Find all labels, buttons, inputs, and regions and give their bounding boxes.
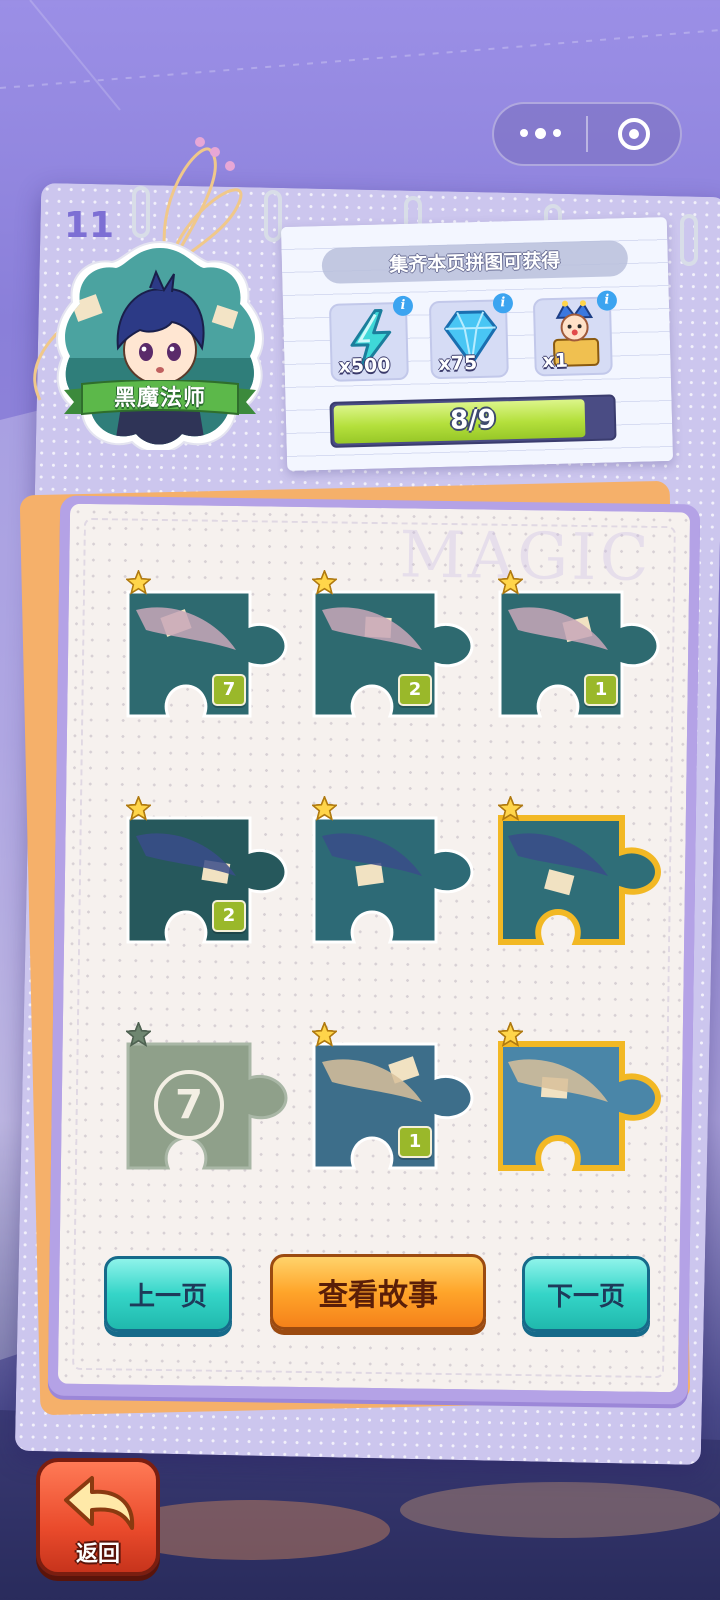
puzzle-piece[interactable]: 1 [312, 1022, 492, 1212]
star-icon [312, 1022, 337, 1047]
info-icon[interactable]: i [596, 290, 618, 311]
puzzle-piece[interactable] [498, 796, 678, 986]
star-icon [498, 1022, 523, 1047]
puzzle-piece[interactable]: 7 [126, 1022, 306, 1212]
puzzle-piece[interactable]: 1 [498, 570, 678, 760]
piece-artwork [312, 816, 474, 944]
puzzle-piece[interactable] [312, 796, 492, 986]
more-dots-icon [519, 128, 561, 139]
collection-progress-bar: 8/9 [329, 394, 617, 448]
piece-artwork [498, 590, 660, 718]
puzzle-piece[interactable]: 2 [126, 796, 306, 986]
piece-artwork [498, 815, 662, 945]
mini-program-capsule [492, 102, 682, 166]
info-icon[interactable]: i [392, 295, 414, 317]
star-icon [126, 796, 151, 821]
puzzle-piece[interactable]: 2 [312, 570, 492, 760]
puzzle-piece[interactable]: 7 [126, 570, 306, 760]
reward-quantity: x500 [338, 354, 391, 378]
piece-count-badge: 2 [398, 674, 432, 706]
star-icon [312, 796, 337, 821]
target-circle-icon [617, 118, 650, 150]
reward-item-character[interactable]: i x1 [532, 290, 618, 377]
more-button[interactable] [494, 104, 586, 164]
next-page-button[interactable]: 下一页 [522, 1256, 650, 1332]
reward-panel: 集齐本页拼图可获得 i x500 i x75 i x1 8/9 [280, 216, 674, 472]
back-label: 返回 [75, 1542, 120, 1567]
reward-item-diamond[interactable]: i x75 [428, 293, 514, 380]
back-arrow-icon [64, 1476, 135, 1530]
reward-quantity: x75 [438, 352, 478, 376]
info-icon[interactable]: i [492, 293, 514, 314]
character-name: 黑魔法师 [113, 386, 206, 411]
star-icon [312, 570, 337, 595]
piece-artwork [312, 1042, 474, 1170]
piece-count-badge: 7 [212, 674, 246, 706]
reward-item-energy[interactable]: i x500 [328, 295, 414, 382]
back-button[interactable]: 返回 [36, 1458, 160, 1576]
piece-artwork [126, 590, 288, 718]
close-button[interactable] [588, 104, 680, 164]
star-icon [126, 1022, 151, 1047]
piece-count-badge: 1 [584, 674, 618, 706]
piece-artwork [312, 590, 474, 718]
view-story-button[interactable]: 查看故事 [270, 1254, 486, 1330]
piece-count-badge: 1 [398, 1126, 432, 1158]
required-count: 7 [154, 1070, 224, 1140]
piece-artwork [126, 816, 288, 944]
reward-quantity: x1 [542, 349, 569, 373]
piece-count-badge: 2 [212, 900, 246, 932]
binder-ring [680, 214, 698, 266]
star-icon [126, 570, 151, 595]
prev-page-button[interactable]: 上一页 [104, 1256, 232, 1332]
piece-artwork [498, 1041, 662, 1171]
star-icon [498, 570, 523, 595]
puzzle-piece[interactable] [498, 1022, 678, 1212]
character-badge[interactable]: 黑魔法师 [54, 238, 266, 450]
star-icon [498, 796, 523, 821]
